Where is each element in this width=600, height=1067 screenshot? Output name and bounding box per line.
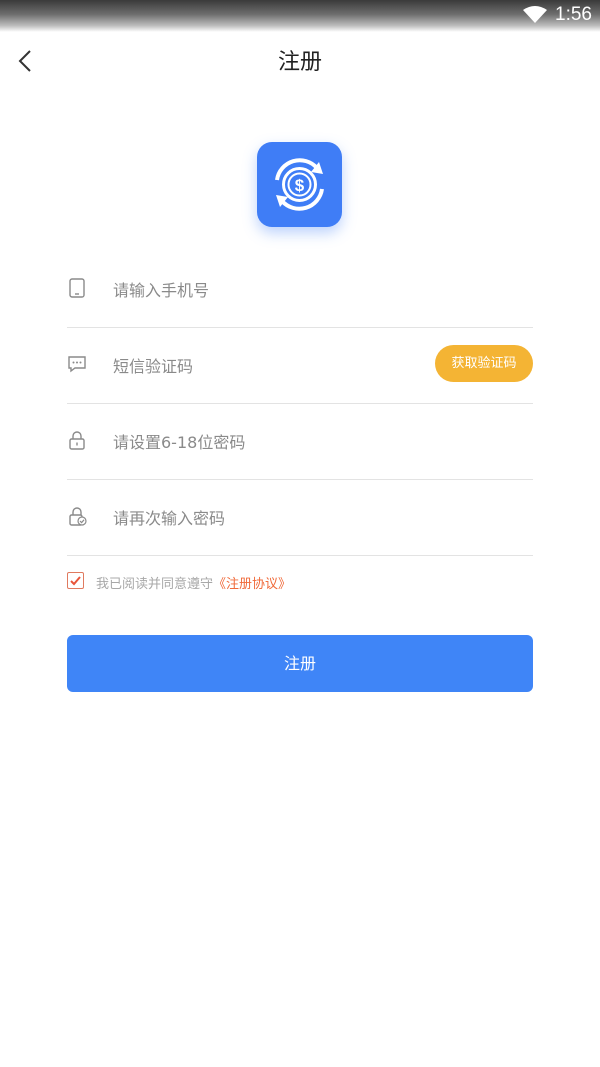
app-logo: $ <box>257 142 342 227</box>
agreement-label: 我已阅读并同意遵守 <box>96 577 214 592</box>
agreement-text: 我已阅读并同意遵守《注册协议》 <box>96 573 291 592</box>
phone-icon <box>69 278 85 298</box>
nav-bar: 注册 <box>0 32 600 90</box>
status-time: 1:56 <box>555 4 592 25</box>
sms-code-field: 获取验证码 <box>67 328 533 404</box>
confirm-password-input[interactable] <box>113 504 413 532</box>
message-icon <box>68 356 86 373</box>
agreement-checkbox[interactable] <box>67 572 84 589</box>
page-title: 注册 <box>277 50 322 75</box>
confirm-password-field <box>67 480 533 556</box>
phone-field <box>67 252 533 328</box>
agreement-link[interactable]: 《注册协议》 <box>213 577 291 592</box>
register-button[interactable]: 注册 <box>67 635 533 692</box>
password-input[interactable] <box>113 428 413 456</box>
checkmark-icon <box>70 576 81 586</box>
lock-icon <box>69 431 85 450</box>
status-bar: 1:56 <box>0 0 600 32</box>
dollar-refresh-icon: $ <box>275 158 324 211</box>
get-code-button[interactable]: 获取验证码 <box>435 345 533 382</box>
wifi-icon <box>523 6 547 23</box>
svg-text:$: $ <box>295 176 305 195</box>
lock-check-icon <box>69 507 87 526</box>
phone-input[interactable] <box>113 276 413 304</box>
sms-code-input[interactable] <box>113 352 413 380</box>
password-field <box>67 404 533 480</box>
